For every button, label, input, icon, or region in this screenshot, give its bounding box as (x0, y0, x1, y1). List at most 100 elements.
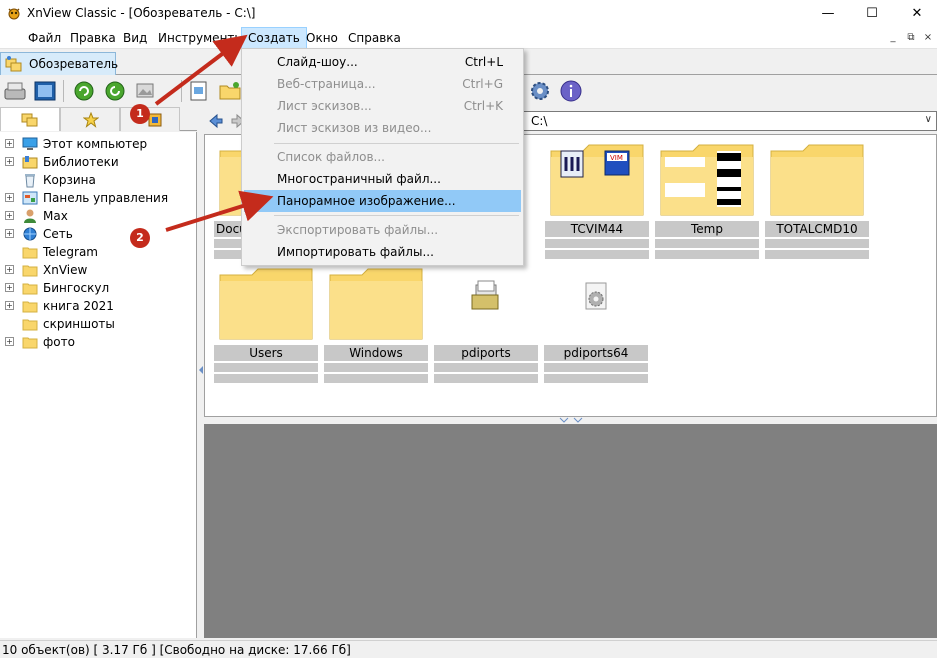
tree-item-bingoskul[interactable]: + Бингоскул (0, 279, 197, 297)
menu-item-export-files[interactable]: Экспортировать файлы... (244, 219, 521, 241)
settings-gear-icon[interactable] (528, 79, 552, 103)
thumbnail-caption: TOTALCMD10 (765, 221, 869, 237)
tree-item-this-pc[interactable]: + Этот компьютер (0, 135, 197, 153)
folder-icon (22, 247, 38, 259)
create-menu-dropdown: Слайд-шоу... Ctrl+L Веб-страница... Ctrl… (241, 48, 524, 266)
menu-view[interactable]: Вид (117, 27, 153, 49)
folders-icon (21, 113, 38, 127)
menu-edit[interactable]: Правка (64, 27, 122, 49)
tree-item-libraries[interactable]: + Библиотеки (0, 153, 197, 171)
reload-icon[interactable] (103, 79, 127, 103)
menu-item-label: Многостраничный файл... (277, 172, 441, 186)
thumbnail-item[interactable]: TOTALCMD10 (765, 143, 869, 263)
horizontal-splitter[interactable] (204, 417, 937, 424)
thumbnail-item[interactable]: Temp (655, 143, 759, 263)
menu-help[interactable]: Справка (342, 27, 407, 49)
collapse-arrow-icon[interactable] (556, 417, 586, 423)
thumbnail-item[interactable]: Users (214, 267, 318, 387)
tree-item-label: Бингоскул (43, 281, 110, 295)
thumbnail-info-bar (655, 250, 759, 259)
expand-icon[interactable]: + (5, 337, 14, 346)
printer-file-icon (471, 280, 499, 310)
status-text: 10 объект(ов) [ 3.17 Гб ] [Свободно на д… (2, 643, 351, 657)
thumbnail-item[interactable]: Windows (324, 267, 428, 387)
menu-window[interactable]: Окно (300, 27, 344, 49)
tab-browser[interactable]: Обозреватель (0, 52, 118, 75)
thumbnail-caption: Temp (655, 221, 759, 237)
thumbnail-info-bar (765, 239, 869, 248)
menu-item-file-list[interactable]: Список файлов... (244, 146, 521, 168)
close-button[interactable]: ✕ (894, 0, 937, 27)
expand-icon[interactable]: + (5, 301, 14, 310)
menu-item-web-page[interactable]: Веб-страница... Ctrl+G (244, 73, 521, 95)
image-edit-icon[interactable] (134, 79, 158, 103)
menu-file[interactable]: Файл (22, 27, 67, 49)
tree-item-network[interactable]: + Сеть (0, 225, 197, 243)
thumbnail-info-bar (655, 239, 759, 248)
thumbnail-info-bar (434, 363, 538, 372)
tree-item-max[interactable]: + Max (0, 207, 197, 225)
back-arrow-icon[interactable] (208, 113, 224, 129)
fullscreen-icon[interactable] (33, 79, 57, 103)
info-icon[interactable] (559, 79, 583, 103)
menu-item-slideshow[interactable]: Слайд-шоу... Ctrl+L (244, 51, 521, 73)
expand-icon[interactable]: + (5, 211, 14, 220)
expand-icon[interactable]: + (5, 283, 14, 292)
tree-item-label: Библиотеки (43, 155, 119, 169)
path-input[interactable]: C:\ ∨ (522, 111, 937, 131)
menu-item-panorama[interactable]: Панорамное изображение... (244, 190, 521, 212)
menu-item-label: Список файлов... (277, 150, 385, 164)
mdi-minimize-button[interactable]: _ (886, 31, 900, 45)
tree-item-kniga-2021[interactable]: + книга 2021 (0, 297, 197, 315)
thumbnail-info-bar (544, 363, 648, 372)
tree-item-label: Панель управления (43, 191, 169, 205)
scanner-icon[interactable] (3, 79, 27, 103)
tree-item-label: Этот компьютер (43, 137, 148, 151)
tree-item-recycle-bin[interactable]: Корзина (0, 171, 197, 189)
folder-vim-icon: VIM (550, 144, 644, 216)
user-icon (24, 209, 36, 223)
tree-item-label: Сеть (43, 227, 73, 241)
recycle-bin-icon (25, 174, 35, 188)
chevron-down-icon[interactable]: ∨ (925, 114, 932, 125)
thumbnail-info-bar (324, 363, 428, 372)
tab-categories[interactable] (120, 107, 180, 131)
open-file-icon[interactable] (187, 79, 211, 103)
tab-folders[interactable] (0, 107, 60, 131)
expand-icon[interactable]: + (5, 157, 14, 166)
path-value: C:\ (531, 114, 548, 128)
thumbnail-item[interactable]: pdiports64 (544, 267, 648, 387)
tree-item-photo[interactable]: + фото (0, 333, 197, 351)
tree-item-control-panel[interactable]: + Панель управления (0, 189, 197, 207)
menu-item-import-files[interactable]: Импортировать файлы... (244, 241, 521, 263)
tree-item-xnview[interactable]: + XnView (0, 261, 197, 279)
expand-icon[interactable]: + (5, 193, 14, 202)
mdi-restore-button[interactable]: ⧉ (904, 31, 918, 45)
tree-item-telegram[interactable]: Telegram (0, 243, 197, 261)
tree-item-label: Корзина (43, 173, 96, 187)
menu-tools[interactable]: Инструменты (152, 27, 250, 49)
annotation-badge-2: 2 (130, 228, 150, 248)
menu-item-multipage-file[interactable]: Многостраничный файл... (244, 168, 521, 190)
folder-open-icon[interactable] (218, 79, 242, 103)
menu-create[interactable]: Создать (241, 27, 307, 49)
thumbnail-item[interactable]: VIM TCVIM44 (545, 143, 649, 263)
menu-item-label: Лист эскизов из видео... (277, 121, 432, 135)
thumbnail-item[interactable]: pdiports (434, 267, 538, 387)
tree-item-screenshots[interactable]: скриншоты (0, 315, 197, 333)
refresh-icon[interactable] (72, 79, 96, 103)
folder-icon (329, 268, 423, 340)
expand-icon[interactable]: + (5, 265, 14, 274)
folder-icon (22, 283, 38, 295)
tab-favorites[interactable] (60, 107, 120, 131)
mdi-close-button[interactable]: × (921, 31, 935, 45)
menu-item-contact-sheet[interactable]: Лист эскизов... Ctrl+K (244, 95, 521, 117)
minimize-button[interactable]: — (805, 0, 851, 27)
menu-separator (274, 143, 519, 144)
menu-item-video-contact-sheet[interactable]: Лист эскизов из видео... (244, 117, 521, 139)
maximize-button[interactable]: ☐ (849, 0, 895, 27)
expand-icon[interactable]: + (5, 229, 14, 238)
expand-icon[interactable]: + (5, 139, 14, 148)
thumbnail-info-bar (545, 250, 649, 259)
folder-icon (22, 265, 38, 277)
